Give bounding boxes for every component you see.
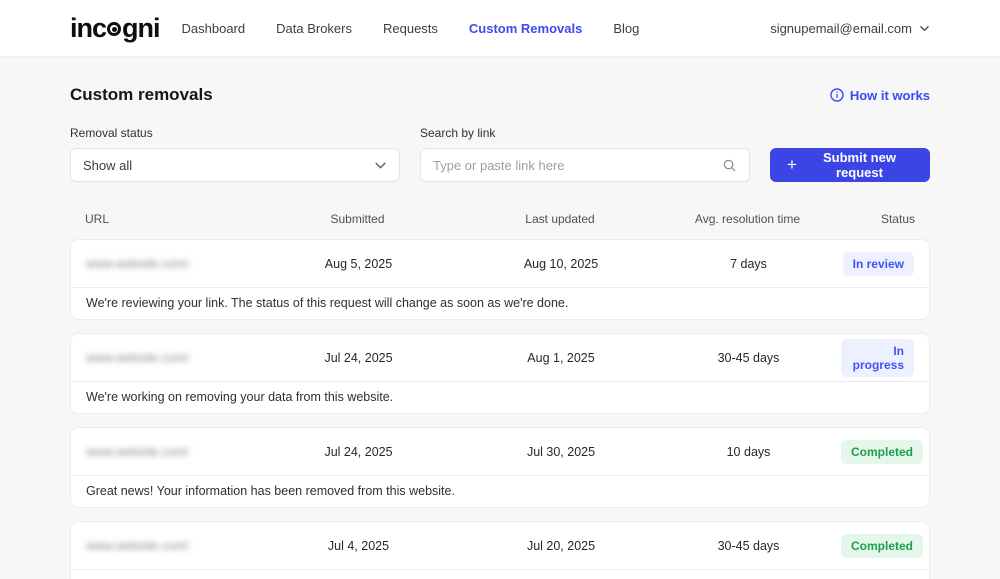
submitted-date: Jul 24, 2025	[324, 350, 393, 365]
table-row: www.website.com/ Aug 5, 2025 Aug 10, 202…	[71, 240, 929, 287]
status-message: Your removal request is completed. The w…	[71, 569, 929, 579]
column-header-url: URL	[85, 212, 110, 226]
logo-text-right: gni	[122, 12, 160, 43]
last-updated-date: Aug 1, 2025	[527, 350, 595, 365]
logo-text-left: inc	[70, 12, 107, 43]
request-card: www.website.com/ Aug 5, 2025 Aug 10, 202…	[70, 239, 930, 320]
search-input[interactable]	[433, 157, 722, 173]
plus-icon: +	[787, 154, 797, 174]
last-updated-date: Jul 20, 2025	[526, 538, 596, 553]
resolution-time: 10 days	[726, 444, 771, 459]
search-by-link-field: Search by link	[420, 126, 750, 182]
submitted-date: Jul 24, 2025	[324, 444, 393, 459]
removal-status-value: Show all	[83, 157, 133, 173]
search-icon	[723, 159, 736, 171]
page-header: Custom removals How it works	[70, 85, 930, 105]
column-header-status: Status	[880, 212, 915, 226]
redacted-url: www.website.com/	[86, 350, 189, 365]
removal-status-label: Removal status	[70, 126, 153, 140]
logo-eye-icon	[107, 22, 122, 36]
main-nav: Dashboard Data Brokers Requests Custom R…	[182, 21, 640, 36]
status-badge: Completed	[841, 439, 924, 464]
column-header-last-updated: Last updated	[525, 212, 595, 226]
search-box	[420, 148, 750, 182]
nav-item-requests[interactable]: Requests	[383, 21, 438, 36]
column-header-submitted: Submitted	[330, 212, 385, 226]
redacted-url: www.website.com/	[86, 538, 189, 553]
resolution-time: 7 days	[730, 256, 767, 271]
redacted-url: www.website.com/	[86, 444, 189, 459]
search-by-link-label: Search by link	[420, 126, 496, 140]
chevron-down-icon	[920, 25, 929, 31]
status-badge: In review	[842, 251, 914, 276]
nav-item-data-brokers[interactable]: Data Brokers	[276, 21, 352, 36]
status-badge: Completed	[841, 533, 924, 558]
removal-status-select[interactable]: Show all	[70, 148, 400, 182]
nav-item-custom-removals[interactable]: Custom Removals	[469, 21, 582, 36]
request-card: www.website.com/ Jul 4, 2025 Jul 20, 202…	[70, 521, 930, 579]
resolution-time: 30-45 days	[717, 350, 780, 365]
chevron-down-icon	[375, 162, 386, 168]
submit-new-request-button[interactable]: + Submit new request	[770, 148, 930, 182]
column-header-resolution-time: Avg. resolution time	[694, 212, 801, 226]
submit-new-request-label: Submit new request	[822, 150, 896, 180]
table-row: www.website.com/ Jul 4, 2025 Jul 20, 202…	[71, 522, 929, 569]
last-updated-date: Aug 10, 2025	[523, 256, 599, 271]
status-message: Great news! Your information has been re…	[71, 475, 929, 507]
nav-item-blog[interactable]: Blog	[613, 21, 639, 36]
account-menu[interactable]: signupemail@email.com	[770, 21, 930, 36]
table-row: www.website.com/ Jul 24, 2025 Aug 1, 202…	[71, 334, 929, 381]
info-icon	[830, 88, 844, 102]
top-navigation-bar: inc gni Dashboard Data Brokers Requests …	[0, 0, 1000, 57]
nav-item-dashboard[interactable]: Dashboard	[182, 21, 246, 36]
account-email: signupemail@email.com	[770, 20, 912, 36]
submitted-date: Aug 5, 2025	[324, 256, 393, 271]
page-title: Custom removals	[70, 85, 213, 104]
removal-status-field: Removal status Show all	[70, 126, 400, 182]
incogni-logo[interactable]: inc gni	[70, 12, 161, 43]
status-message: We're working on removing your data from…	[71, 381, 929, 413]
how-it-works-label: How it works	[849, 87, 930, 103]
filters-row: Removal status Show all Search by link T…	[70, 126, 930, 182]
last-updated-date: Jul 30, 2025	[526, 444, 596, 459]
request-card: www.website.com/ Jul 24, 2025 Jul 30, 20…	[70, 427, 930, 508]
how-it-works-link[interactable]: How it works	[830, 88, 930, 103]
table-row: www.website.com/ Jul 24, 2025 Jul 30, 20…	[71, 428, 929, 475]
resolution-time: 30-45 days	[717, 538, 780, 553]
status-badge: In progress	[841, 338, 914, 377]
status-message: We're reviewing your link. The status of…	[71, 287, 929, 319]
submitted-date: Jul 4, 2025	[327, 538, 390, 553]
request-card: www.website.com/ Jul 24, 2025 Aug 1, 202…	[70, 333, 930, 414]
table-header-row: URL Submitted Last updated Avg. resoluti…	[70, 199, 930, 239]
main-content: Custom removals How it works Removal sta…	[0, 57, 1000, 579]
redacted-url: www.website.com/	[86, 256, 189, 271]
custom-removals-page: inc gni Dashboard Data Brokers Requests …	[0, 0, 1000, 579]
